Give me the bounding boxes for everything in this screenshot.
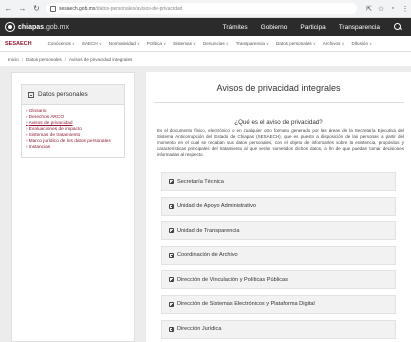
accordion-item-sistemas-electronicos[interactable]: Dirección de Sistemas Electrónicos y Pla… [161, 294, 396, 314]
accordion-item-apoyo-administrativo[interactable]: Unidad de Apoyo Administrativo [161, 196, 396, 216]
breadcrumb-separator: / [21, 56, 24, 62]
plus-square-icon [169, 277, 174, 283]
breadcrumb-datos-personales[interactable]: Datos personales [26, 57, 62, 62]
main-content: Avisos de privacidad integrales ¿Qué es … [146, 72, 411, 342]
top-link-transparencia[interactable]: Transparencia [339, 24, 380, 31]
plus-square-icon [169, 203, 174, 209]
nav-item-politica[interactable]: Política [147, 41, 166, 46]
back-icon[interactable]: ← [3, 3, 14, 14]
top-links: Trámites Gobierno Participa Transparenci… [223, 22, 411, 32]
plus-square-icon [169, 179, 174, 184]
menu-icon[interactable]: ⋮ [399, 3, 411, 14]
nav-item-sistemas[interactable]: Sistemas [173, 41, 196, 46]
sidebar-list: ›Glosario ›Derechos ARCO ›Avisos de priv… [22, 105, 124, 157]
chevron-right-icon: › [26, 115, 28, 120]
plus-square-icon [169, 326, 174, 332]
chevron-right-icon: › [26, 145, 28, 150]
top-link-tramites[interactable]: Trámites [223, 24, 248, 31]
share-icon[interactable]: ⇱ [363, 3, 375, 14]
forward-icon[interactable]: → [17, 3, 28, 14]
chevron-right-icon: › [26, 121, 28, 126]
folder-icon [28, 91, 34, 98]
accordion-item-juridica[interactable]: Dirección Jurídica [161, 319, 396, 339]
site-name[interactable]: chiapas.gob.mx [18, 24, 69, 31]
title-divider [154, 102, 404, 103]
address-bar[interactable]: sesaech.gob.mx/datos-personales/avisos-d… [46, 3, 357, 14]
sidebar-item-instancias[interactable]: ›Instancias [26, 145, 120, 151]
breadcrumb-current: Avisos de privacidad integrales [69, 56, 133, 62]
lock-icon [50, 5, 56, 12]
section-question: ¿Qué es el aviso de privacidad? [234, 119, 323, 126]
nav-item-transparencia[interactable]: Transparencia [236, 41, 269, 46]
url-text: sesaech.gob.mx/datos-personales/avisos-d… [59, 5, 183, 12]
nav-item-saech[interactable]: SAECH [82, 41, 102, 46]
plus-square-icon [169, 228, 174, 234]
accordion-list: Secretaría Técnica Unidad de Apoyo Admin… [161, 172, 396, 342]
main-nav: SESAECH Conócenos SAECH Normatividad Pol… [0, 36, 411, 52]
sidebar-card: Datos personales ›Glosario ›Derechos ARC… [21, 84, 125, 158]
plus-square-icon [169, 252, 174, 258]
plus-square-icon [169, 301, 174, 307]
sidebar-heading: Datos personales [22, 85, 124, 105]
breadcrumb-inicio[interactable]: Inicio [8, 57, 19, 62]
search-icon[interactable] [393, 22, 403, 32]
nav-item-archivos[interactable]: Archivos [323, 41, 345, 46]
accordion-item-secretaria-tecnica[interactable]: Secretaría Técnica [161, 172, 396, 191]
nav-item-denuncias[interactable]: Denuncias [203, 41, 229, 46]
sidebar-heading-label: Datos personales [38, 91, 88, 98]
top-link-participa[interactable]: Participa [300, 24, 325, 31]
browser-toolbar: ← → ↻ sesaech.gob.mx/datos-personales/av… [0, 0, 411, 18]
accordion-item-transparencia[interactable]: Unidad de Transparencia [161, 221, 396, 241]
chevron-right-icon: › [26, 139, 28, 144]
page-title: Avisos de privacidad integrales [216, 83, 341, 93]
chevron-right-icon: › [26, 133, 28, 138]
breadcrumb: Inicio / Datos personales / Avisos de pr… [0, 52, 411, 66]
chevron-right-icon: › [26, 109, 28, 114]
star-icon[interactable]: ☆ [375, 3, 387, 14]
chevron-right-icon: › [26, 127, 28, 132]
reload-icon[interactable]: ↻ [31, 3, 42, 14]
nav-item-normatividad[interactable]: Normatividad [109, 41, 140, 46]
sidebar: Datos personales ›Glosario ›Derechos ARC… [11, 72, 135, 342]
accordion-item-archivo[interactable]: Coordinación de Archivo [161, 245, 396, 265]
breadcrumb-separator: / [64, 56, 67, 62]
nav-item-difusion[interactable]: Difusión [351, 41, 372, 46]
brand-logo[interactable]: SESAECH [5, 41, 32, 47]
page-body: Datos personales ›Glosario ›Derechos ARC… [0, 66, 411, 342]
gov-topbar: chiapas.gob.mx Trámites Gobierno Partici… [0, 18, 411, 36]
extensions-icon[interactable]: ▫ [387, 3, 399, 14]
chiapas-logo-icon[interactable] [5, 22, 15, 32]
nav-item-datos-personales[interactable]: Datos personales [276, 41, 316, 46]
top-link-gobierno[interactable]: Gobierno [261, 24, 288, 31]
nav-item-conocenos[interactable]: Conócenos [48, 41, 75, 46]
intro-paragraph: Es el documento físico, electrónico o en… [157, 128, 404, 158]
accordion-item-vinculacion[interactable]: Dirección de Vinculación y Políticas Púb… [161, 270, 396, 290]
